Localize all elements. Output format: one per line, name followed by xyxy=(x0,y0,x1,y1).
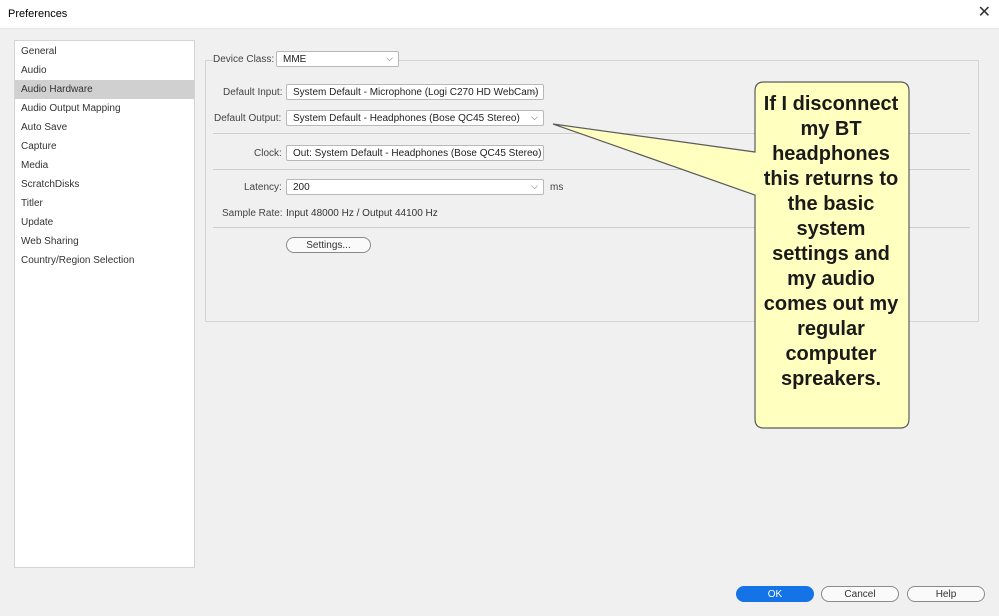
chevron-down-icon: ⌵ xyxy=(386,53,393,63)
ok-button[interactable]: OK xyxy=(736,586,814,602)
device-class-value: MME xyxy=(283,54,307,65)
device-class-label: Device Class: xyxy=(213,54,279,65)
device-class-select[interactable]: MME ⌵ xyxy=(276,51,399,67)
cancel-button[interactable]: Cancel xyxy=(821,586,899,602)
callout-text: If I disconnect my BT headphones this re… xyxy=(763,93,899,390)
help-button[interactable]: Help xyxy=(907,586,985,602)
